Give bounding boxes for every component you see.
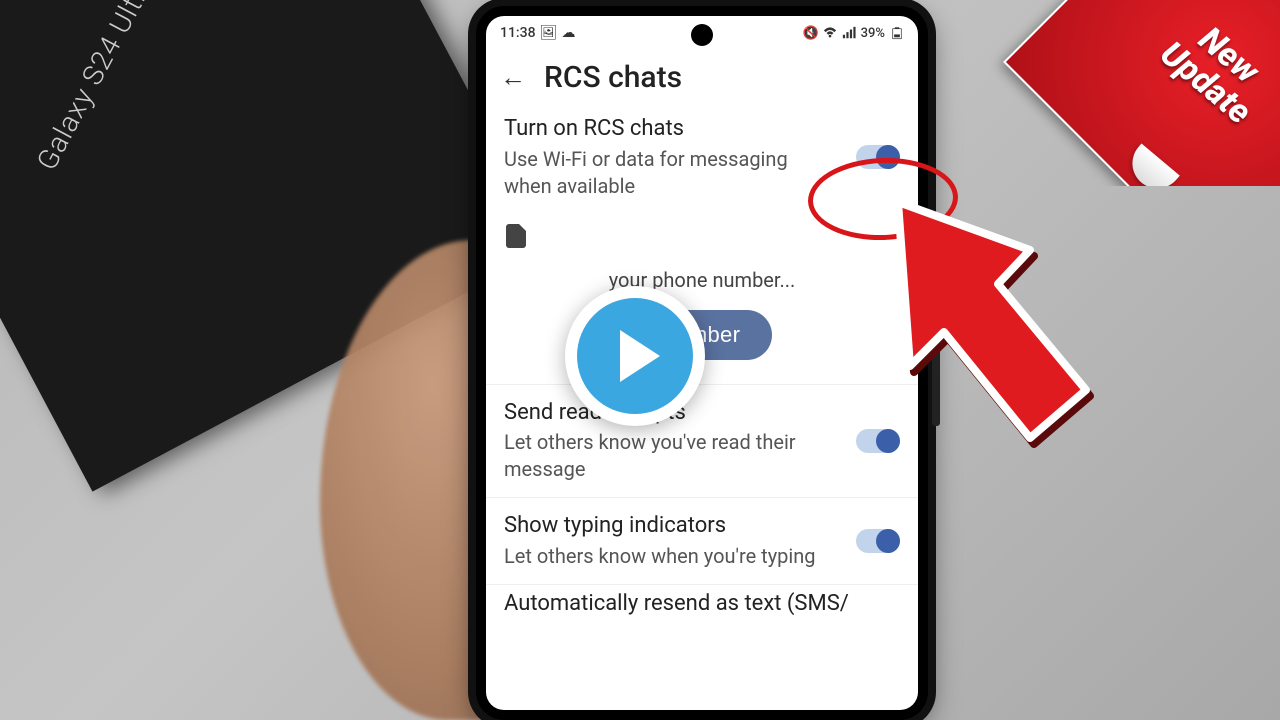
row-subtitle: Let others know when you're typing [504,543,900,570]
cloud-icon: ☁ [562,26,576,40]
row-title: Show typing indicators [504,512,900,541]
image-icon: 🖼 [542,26,556,40]
signal-icon [842,26,856,40]
battery-icon [890,26,904,40]
row-auto-resend-partial[interactable]: Automatically resend as text (SMS/ [486,585,918,616]
row-title: Send read receipts [504,399,900,428]
toggle-typing[interactable] [856,529,900,553]
row-typing-indicators[interactable]: Show typing indicators Let others know w… [486,498,918,585]
page-title: RCS chats [544,60,682,95]
pointer-arrow [880,190,1100,450]
sim-icon [506,224,526,248]
status-time: 11:38 [500,25,536,41]
row-read-receipts[interactable]: Send read receipts Let others know you'v… [486,385,918,499]
mute-icon: 🔇 [804,26,818,40]
app-header: ← RCS chats [486,48,918,101]
thumbnail-stage: Galaxy S24 Ultra 11:38 🖼 ☁ 🔇 [0,0,1280,720]
verify-status-text: your phone number... [504,268,900,292]
wifi-icon [823,26,837,40]
back-arrow-icon[interactable]: ← [500,65,526,91]
battery-text: 39% [861,26,885,41]
front-camera [691,24,713,46]
play-button[interactable] [565,286,705,426]
row-subtitle: Let others know you've read their messag… [504,429,900,483]
corner-ribbon: New Update [984,0,1280,186]
play-icon [577,298,693,414]
row-title: Turn on RCS chats [504,115,900,144]
